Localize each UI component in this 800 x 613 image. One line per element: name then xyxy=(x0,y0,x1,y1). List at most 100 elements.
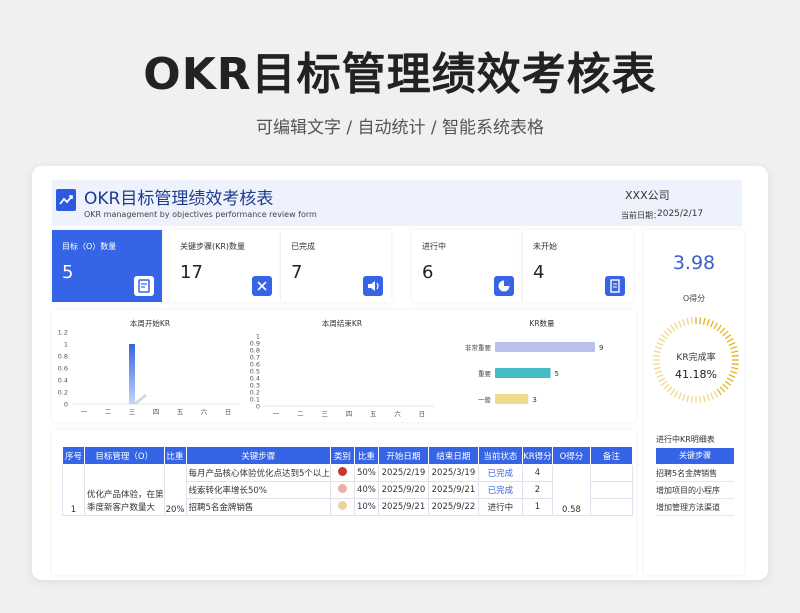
gauge-tick xyxy=(677,392,682,400)
category-dot xyxy=(337,484,347,493)
start-date: 2025/9/20 xyxy=(377,481,429,499)
stat-label: 已完成 xyxy=(291,242,315,251)
gauge-tick xyxy=(673,322,679,330)
row-index: 1 xyxy=(62,464,85,516)
x-tick-label: 四 xyxy=(346,410,353,418)
list-item: 招聘5名金牌销售 xyxy=(656,466,734,482)
x-tick-label: 一 xyxy=(81,408,88,416)
stat-not-started: 未开始 4 xyxy=(523,230,633,302)
kr-step: 每月产品核心体验优化点达到5个以上 xyxy=(185,464,331,482)
y-tick-label: 0.4 xyxy=(58,377,68,385)
data-label: 3 xyxy=(532,396,536,404)
table-row[interactable]: 1 优化产品体验，在第 季度新客户数量大 20% 每月产品核心体验优化点达到5个… xyxy=(62,464,633,516)
gauge-tick xyxy=(673,390,679,398)
company-name: XXX公司 xyxy=(625,189,670,202)
score-panel: 3.98 O得分 KR完成率 41.18% 进行中KR明细表 关键步骤 招聘5名… xyxy=(644,230,744,575)
date-label: 当前日期： xyxy=(621,211,661,220)
gauge-tick xyxy=(699,395,702,403)
gauge-tick xyxy=(690,395,693,403)
column-header: 备注 xyxy=(589,446,633,465)
end-date: 2025/3/19 xyxy=(427,464,479,482)
column-header: 关键步骤 xyxy=(185,446,331,465)
end-date: 2025/9/22 xyxy=(427,498,479,516)
gauge-tick xyxy=(724,334,732,340)
stat-value: 6 xyxy=(422,262,434,283)
gauge-tick xyxy=(722,383,729,390)
start-date: 2025/9/21 xyxy=(377,498,429,516)
x-tick-label: 六 xyxy=(201,407,208,416)
gauge-tick xyxy=(658,337,666,343)
stat-value: 7 xyxy=(291,262,303,283)
chart-title: 本周开始KR xyxy=(130,318,170,328)
column-header: 类别 xyxy=(329,446,355,465)
chart-title: KR数量 xyxy=(529,318,555,328)
gauge-tick xyxy=(713,322,719,330)
completion-label: KR完成率 xyxy=(676,353,716,363)
kr-step: 线索转化率增长50% xyxy=(185,481,331,499)
kr-weight: 40% xyxy=(353,481,379,499)
column-header: KR得分 xyxy=(521,446,553,465)
gauge-tick xyxy=(656,341,664,346)
y-tick-label: 1.2 xyxy=(58,329,68,337)
kr-weight: 10% xyxy=(353,498,379,516)
pie-icon xyxy=(494,276,514,296)
o-score: 0.58 xyxy=(551,464,591,516)
bar xyxy=(129,344,135,404)
kr-score: 2 xyxy=(521,481,553,499)
remark-cell[interactable] xyxy=(589,464,633,482)
kr-weight: 50% xyxy=(353,464,379,482)
gauge-tick xyxy=(719,386,726,393)
x-tick-label: 五 xyxy=(177,408,184,416)
objective-cell: 优化产品体验，在第 季度新客户数量大 xyxy=(84,464,165,516)
remark-cell[interactable] xyxy=(589,498,633,516)
stat-kr-count: 关键步骤(KR)数量 17 xyxy=(170,230,280,302)
banner-title: OKR目标管理绩效考核表 xyxy=(143,49,657,100)
o-score-value: 3.98 xyxy=(672,252,716,274)
stat-in-progress: 进行中 6 xyxy=(412,230,522,302)
kr-detail-title: 进行中KR明细表 xyxy=(656,435,715,444)
y-category-label: 重要 xyxy=(478,370,492,378)
gauge-tick xyxy=(686,317,690,325)
stat-objective-count: 目标（O）数量 5 xyxy=(52,230,162,302)
gauge-tick xyxy=(682,318,686,326)
gauge-tick xyxy=(686,395,690,403)
gauge-tick xyxy=(726,337,734,343)
x-tick-label: 四 xyxy=(153,408,160,416)
y-tick-label: 0.9 xyxy=(250,340,260,348)
y-category-label: 一般 xyxy=(478,395,492,404)
charts-panel: 本周开始KR 0 0.2 0.4 0.6 0.8 1 1.2 一二三四五六日本周结束KR 0 0.1… xyxy=(52,310,636,422)
status-cell: 已完成 xyxy=(477,464,523,482)
kr-score: 4 xyxy=(521,464,553,482)
chart-title: 本周结束KR xyxy=(322,318,362,328)
stat-label: 目标（O）数量 xyxy=(62,242,117,251)
y-tick-label: 1 xyxy=(64,341,68,349)
category-cell xyxy=(329,481,355,499)
x-tick-label: 日 xyxy=(419,410,426,418)
gauge-tick xyxy=(702,317,706,325)
x-tick-label: 二 xyxy=(297,410,304,418)
gauge-tick xyxy=(653,363,661,366)
column-header: O得分 xyxy=(551,446,591,465)
y-tick-label: 0.4 xyxy=(250,375,260,383)
y-category-label: 非常重要 xyxy=(465,343,492,352)
gauge-tick xyxy=(730,346,738,350)
clipboard-icon xyxy=(134,276,154,296)
stat-label: 未开始 xyxy=(533,242,557,251)
column-header: 序号 xyxy=(62,446,85,465)
document-icon xyxy=(605,276,625,296)
x-tick-label: 日 xyxy=(225,408,232,416)
gauge-tick xyxy=(731,363,739,366)
x-tick-label: 二 xyxy=(105,408,112,416)
okr-table: 序号 目标管理（O） 比重 关键步骤 类别 比重 开始日期 结束日期 当前状态 … xyxy=(62,446,633,516)
gauge-tick xyxy=(663,383,670,390)
y-tick-label: 0 xyxy=(64,401,68,409)
remark-cell[interactable] xyxy=(589,481,633,499)
end-date: 2025/9/21 xyxy=(427,481,479,499)
start-date: 2025/2/19 xyxy=(377,464,429,482)
gauge-tick xyxy=(666,386,673,393)
gauge-tick xyxy=(724,380,732,386)
gauge-tick xyxy=(660,380,668,386)
bar xyxy=(495,368,551,378)
y-tick-label: 0.1 xyxy=(250,396,260,404)
kr-detail-header: 关键步骤 xyxy=(656,448,734,464)
